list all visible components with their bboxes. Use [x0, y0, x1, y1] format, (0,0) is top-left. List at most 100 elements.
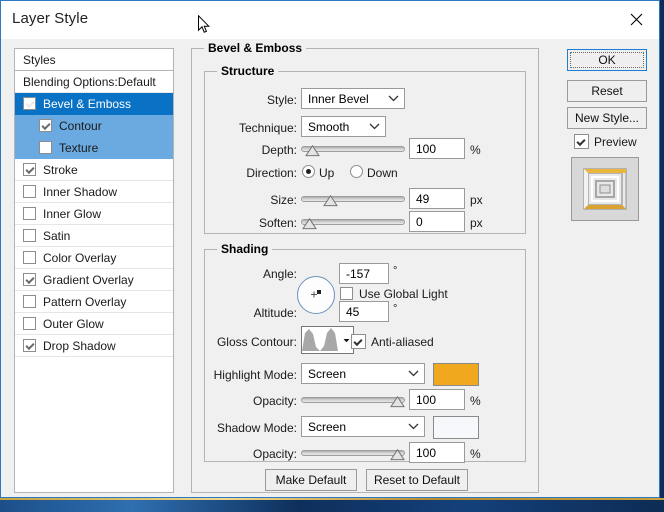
size-slider[interactable] [301, 192, 405, 208]
highlight-opacity-input[interactable]: 100 [409, 389, 465, 410]
direction-up-radio[interactable] [302, 165, 315, 178]
style-item-checkbox[interactable] [23, 339, 36, 352]
use-global-light-checkbox[interactable] [340, 287, 353, 300]
chevron-down-icon [402, 423, 424, 430]
blending-options-item[interactable]: Blending Options:Default [15, 71, 173, 93]
layer-style-dialog: Layer Style Styles Blending Options:Defa… [0, 0, 660, 498]
direction-down-label: Down [367, 166, 398, 180]
style-item-checkbox[interactable] [39, 119, 52, 132]
styles-list[interactable]: Styles Blending Options:Default Bevel & … [14, 48, 174, 493]
soften-unit: px [470, 216, 483, 230]
bevel-emboss-group-label: Bevel & Emboss [204, 41, 307, 55]
anti-aliased-label: Anti-aliased [371, 335, 434, 349]
depth-slider[interactable] [301, 142, 405, 158]
style-list-item[interactable]: Texture [15, 137, 173, 159]
style-list-item[interactable]: Inner Shadow [15, 181, 173, 203]
style-item-label: Color Overlay [43, 250, 117, 265]
style-list-item[interactable]: Satin [15, 225, 173, 247]
highlight-mode-select[interactable]: Screen [301, 363, 425, 384]
shadow-color-swatch[interactable] [433, 416, 479, 439]
style-item-label: Texture [59, 140, 99, 155]
style-item-checkbox[interactable] [23, 317, 36, 330]
style-select-value: Inner Bevel [308, 91, 369, 106]
gloss-contour-label: Gloss Contour: [216, 335, 297, 349]
slider-track [301, 196, 405, 202]
mouse-cursor [198, 14, 210, 37]
gloss-contour-preview[interactable] [301, 326, 341, 354]
blending-options-label: Blending Options:Default [23, 74, 156, 89]
style-item-checkbox[interactable] [23, 251, 36, 264]
style-list-item[interactable]: Color Overlay [15, 247, 173, 269]
shadow-opacity-slider[interactable] [301, 446, 405, 462]
reset-to-default-label: Reset to Default [373, 473, 461, 487]
shadow-opacity-unit: % [470, 447, 481, 461]
style-list-item[interactable]: Pattern Overlay [15, 291, 173, 313]
style-item-checkbox[interactable] [23, 185, 36, 198]
style-list-item[interactable]: Inner Glow [15, 203, 173, 225]
style-item-checkbox[interactable] [23, 207, 36, 220]
style-item-checkbox[interactable] [23, 295, 36, 308]
reset-to-default-button[interactable]: Reset to Default [366, 469, 468, 491]
preview-checkbox[interactable] [574, 134, 589, 149]
depth-unit: % [470, 143, 481, 157]
preview-label: Preview [594, 135, 637, 149]
shadow-mode-select[interactable]: Screen [301, 416, 425, 437]
shadow-opacity-value: 100 [416, 445, 437, 460]
size-unit: px [470, 193, 483, 207]
anti-aliased-checkbox[interactable] [351, 334, 366, 349]
ok-button[interactable]: OK [567, 49, 647, 71]
reset-label: Reset [591, 84, 623, 98]
soften-slider[interactable] [301, 215, 405, 231]
reset-button[interactable]: Reset [567, 80, 647, 102]
soften-input[interactable]: 0 [409, 211, 465, 232]
shadow-opacity-input[interactable]: 100 [409, 442, 465, 463]
dialog-title: Layer Style [12, 10, 89, 27]
style-list-item[interactable]: Drop Shadow [15, 335, 173, 357]
slider-thumb[interactable] [304, 144, 320, 157]
style-item-checkbox[interactable] [39, 141, 52, 154]
style-list-item[interactable]: Gradient Overlay [15, 269, 173, 291]
depth-input[interactable]: 100 [409, 138, 465, 159]
size-input[interactable]: 49 [409, 188, 465, 209]
style-item-checkbox[interactable] [23, 163, 36, 176]
style-item-checkbox[interactable] [23, 273, 36, 286]
close-icon[interactable] [613, 1, 659, 38]
style-preview-thumbnail [571, 157, 639, 221]
new-style-label: New Style... [574, 111, 640, 125]
size-input-value: 49 [416, 191, 430, 206]
new-style-button[interactable]: New Style... [567, 107, 647, 129]
shadow-mode-value: Screen [308, 419, 347, 434]
angle-dial[interactable] [297, 276, 335, 314]
altitude-unit: ° [393, 303, 398, 315]
highlight-opacity-unit: % [470, 394, 481, 408]
slider-thumb[interactable] [390, 395, 405, 408]
style-select[interactable]: Inner Bevel [301, 88, 405, 109]
style-list-item[interactable]: Outer Glow [15, 313, 173, 335]
style-item-checkbox[interactable] [23, 229, 36, 242]
direction-down-radio[interactable] [350, 165, 363, 178]
highlight-color-swatch[interactable] [433, 363, 479, 386]
highlight-opacity-slider[interactable] [301, 393, 405, 409]
style-item-label: Contour [59, 118, 102, 133]
slider-thumb[interactable] [390, 448, 405, 461]
style-item-label: Stroke [43, 162, 78, 177]
style-list-item[interactable]: Contour [15, 115, 173, 137]
use-global-light-label: Use Global Light [359, 287, 448, 301]
style-list-item[interactable]: Stroke [15, 159, 173, 181]
angle-unit: ° [393, 265, 398, 277]
make-default-button[interactable]: Make Default [265, 469, 357, 491]
style-item-checkbox[interactable] [23, 97, 36, 110]
technique-select[interactable]: Smooth [301, 116, 386, 137]
style-item-label: Satin [43, 228, 71, 243]
slider-thumb[interactable] [323, 194, 339, 207]
shadow-mode-label: Shadow Mode: [216, 421, 297, 435]
technique-select-value: Smooth [308, 119, 350, 134]
altitude-input[interactable]: 45 [339, 301, 389, 322]
angle-input[interactable]: -157 [339, 263, 389, 284]
altitude-label: Altitude: [253, 306, 297, 320]
slider-thumb[interactable] [301, 217, 317, 230]
style-list-item[interactable]: Bevel & Emboss [15, 93, 173, 115]
style-item-label: Inner Glow [43, 206, 102, 221]
structure-group-label: Structure [217, 64, 279, 78]
soften-input-value: 0 [416, 214, 423, 229]
